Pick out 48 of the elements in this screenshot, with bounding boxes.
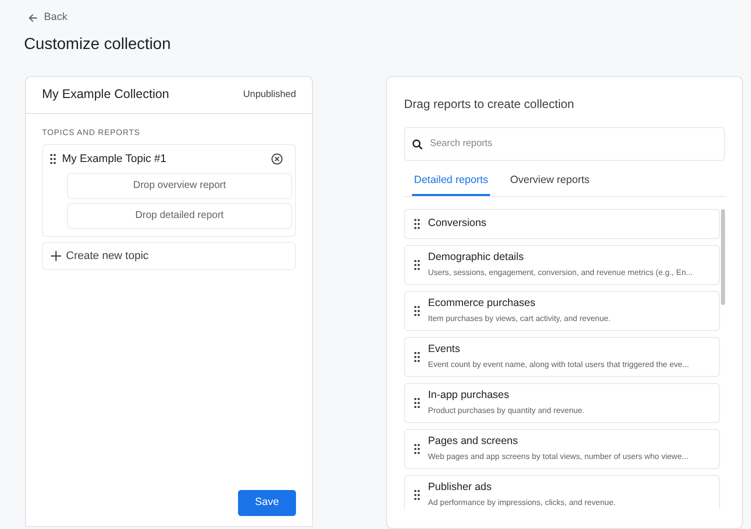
report-description: Users, sessions, engagement, conversion, and revenue metrics (e.g., En... xyxy=(428,266,693,279)
back-arrow-icon[interactable] xyxy=(28,12,38,23)
drag-handle-icon[interactable] xyxy=(414,306,420,316)
search-field[interactable]: Search reports xyxy=(404,126,725,161)
report-description: Ad performance by impressions, clicks, and revenue. xyxy=(428,496,616,509)
status-label: Unpublished xyxy=(243,88,296,102)
report-title: Pages and screens xyxy=(428,434,519,450)
report-item[interactable]: Demographic details Users, sessions, engagement, conversion, and revenue metrics (e.g., En... xyxy=(404,244,720,284)
report-item[interactable]: Events Event count by event name, along with total users that triggered the eve... xyxy=(404,336,720,376)
scrollbar[interactable] xyxy=(721,208,725,304)
page-title: Customize collection xyxy=(23,34,172,55)
tab[interactable]: Overview reports xyxy=(498,172,602,196)
report-description: Product purchases by quantity and revenue. xyxy=(428,404,585,417)
topic-name: My Example Topic #1 xyxy=(62,152,168,166)
report-item[interactable]: Conversions xyxy=(404,208,720,238)
section-label: TOPICS AND REPORTS xyxy=(41,126,142,139)
drop-zone[interactable]: Drop detailed report xyxy=(67,202,292,229)
report-title: Publisher ads xyxy=(428,480,493,496)
report-item[interactable]: Publisher ads Ad performance by impressions, clicks, and revenue. xyxy=(404,474,720,509)
report-item[interactable]: In-app purchases Product purchases by quantity and revenue. xyxy=(404,382,720,422)
report-title: Ecommerce purchases xyxy=(428,296,536,312)
report-item[interactable]: Pages and screens Web pages and app screens by total views, number of users who viewe... xyxy=(404,428,720,468)
drag-handle-icon[interactable] xyxy=(414,260,420,270)
drag-handle-icon[interactable] xyxy=(414,490,420,500)
drag-handle-icon[interactable] xyxy=(414,444,420,454)
create-topic-button[interactable]: Create new topic xyxy=(42,242,296,270)
report-title: Conversions xyxy=(428,216,486,231)
report-description: Web pages and app screens by total views, number of users who viewe... xyxy=(428,450,688,463)
drag-handle-icon[interactable] xyxy=(414,352,420,362)
collection-name: My Example Collection xyxy=(42,86,170,104)
report-title: In-app purchases xyxy=(428,388,510,404)
drag-handle-icon[interactable] xyxy=(414,218,420,228)
back-link[interactable]: Back xyxy=(44,10,68,26)
report-description: Item purchases by views, cart activity, and revenue. xyxy=(428,312,611,325)
tab[interactable]: Detailed reports xyxy=(412,172,490,196)
report-description: Event count by event name, along with total users that triggered the eve... xyxy=(428,358,690,371)
remove-icon[interactable] xyxy=(271,152,283,165)
panel-title: Drag reports to create collection xyxy=(404,96,576,113)
drop-zone[interactable]: Drop overview report xyxy=(67,172,292,199)
report-item[interactable]: Ecommerce purchases Item purchases by views, cart activity, and revenue. xyxy=(404,290,720,330)
drag-handle-icon[interactable] xyxy=(50,154,56,164)
save-button[interactable]: Save xyxy=(238,490,296,516)
topic-card[interactable]: My Example Topic #1 Drop overview report Drop detailed report xyxy=(42,144,296,237)
report-title: Demographic details xyxy=(428,250,525,266)
report-title: Events xyxy=(428,342,462,358)
plus-icon xyxy=(51,250,61,261)
drag-handle-icon[interactable] xyxy=(414,398,420,408)
search-icon xyxy=(412,138,423,150)
